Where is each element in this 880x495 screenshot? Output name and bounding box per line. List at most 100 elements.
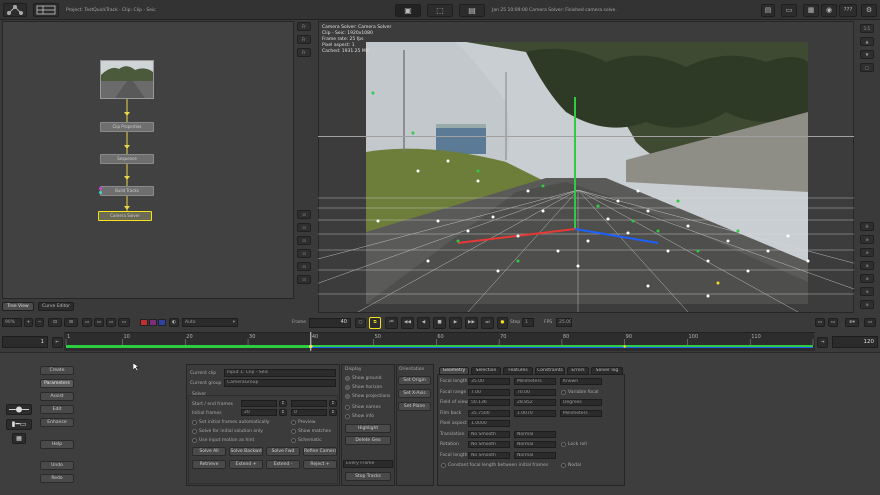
edit-button[interactable]: Edit [40, 405, 74, 414]
right-tool-down[interactable]: ▼ [860, 50, 874, 59]
tab-errors[interactable]: Errors [567, 367, 589, 375]
clip-node-thumbnail[interactable] [100, 60, 154, 99]
end-frame-spin[interactable]: ↕ [329, 400, 337, 407]
stop-tracks-button[interactable]: Stop Tracks [345, 472, 391, 481]
help-button[interactable]: ??? [839, 4, 857, 17]
timeline-keyframe[interactable] [309, 345, 313, 348]
camera-row-value-field[interactable]: No Smooth [468, 451, 510, 459]
view-button[interactable]: ▭ [94, 318, 104, 327]
highlight-button[interactable]: Highlight [345, 424, 391, 433]
fit-width-button[interactable]: ⊟ [64, 318, 78, 327]
left-strip-btn-3[interactable]: Fr [297, 48, 311, 57]
camera-row-unit-field[interactable]: 1.0070 [514, 409, 556, 417]
retrieve-button[interactable]: Retrieve [192, 460, 226, 469]
left-strip-btn-9[interactable]: ⊡ [297, 275, 311, 284]
start-frame-spin[interactable]: ↕ [279, 400, 287, 407]
stop-button[interactable]: ■ [433, 317, 446, 329]
right-tool-1-1[interactable]: 1:1 [860, 24, 874, 33]
parameters-button[interactable]: Parameters [40, 379, 74, 388]
grid-tool-icon[interactable]: ▦ [12, 433, 26, 444]
right-tool-home[interactable]: H [860, 222, 874, 231]
camera-row-mode-select[interactable]: Millimeters [560, 409, 602, 417]
channel-blue-swatch[interactable] [158, 319, 166, 326]
camera-row-unit-field[interactable]: 28.852 [514, 399, 556, 406]
extend-plus-button[interactable]: Extend + [229, 460, 263, 469]
settings-icon[interactable]: ⚙ [861, 4, 877, 17]
camera-row-value-field[interactable]: No Smooth [468, 441, 510, 448]
camera-row-value-field[interactable]: 35.7500 [468, 409, 510, 417]
zoom-field[interactable]: 90% [2, 318, 22, 327]
start-frame-field[interactable] [241, 400, 277, 407]
current-clip-select[interactable]: Input 1: Clip - Seic [224, 369, 336, 377]
zoom-in-button[interactable]: + [24, 318, 33, 327]
range-end-handle[interactable]: ⇥ [817, 337, 828, 348]
camera-row-checkbox[interactable] [561, 389, 566, 395]
zoom-out-button[interactable]: − [35, 318, 44, 327]
solve-backward-button[interactable]: Solve Backwd [229, 447, 263, 456]
initial-frame-field-2[interactable]: 0 [291, 409, 327, 416]
view-button[interactable]: ▭ [118, 318, 130, 327]
camera-view-button[interactable]: ▣ [395, 4, 421, 17]
refine-camera-button[interactable]: Refine Camera [303, 447, 337, 456]
camera-row-checkbox[interactable] [561, 442, 566, 447]
option-checkbox[interactable] [192, 438, 197, 443]
extend-minus-button[interactable]: Extend - [266, 460, 300, 469]
range-start-field[interactable]: 1 [2, 336, 48, 348]
view-button[interactable]: ▭ [106, 318, 116, 327]
current-group-select[interactable]: CameraGroup [224, 379, 336, 387]
mark-button[interactable]: ⧉ [369, 317, 381, 329]
right-tool-target[interactable]: ⊕ [860, 274, 874, 283]
timeline-keyframe[interactable] [623, 345, 626, 348]
tab-constraints[interactable]: Constraints [535, 367, 565, 375]
tab-curve-editor[interactable]: Curve Editor [38, 302, 74, 311]
tab-selection[interactable]: Selection [471, 367, 501, 375]
create-button[interactable]: Create [40, 366, 74, 375]
exposure-button[interactable]: ◐ [169, 318, 179, 327]
left-strip-btn-4[interactable]: ⊡ [297, 210, 311, 219]
record-button[interactable]: ● [497, 317, 508, 329]
left-strip-btn-5[interactable]: ⊡ [297, 223, 311, 232]
set-plane-button[interactable]: Set Plane [398, 402, 431, 411]
range-end-field[interactable]: 120 [832, 336, 878, 348]
range-start-handle[interactable]: ⇤ [52, 337, 63, 348]
right-tool-target[interactable]: ⊕ [860, 300, 874, 309]
help-panel-button[interactable]: Help [40, 440, 74, 449]
display-frequency-select[interactable]: Every Frame [343, 460, 393, 468]
extra-button[interactable]: ▭ [864, 318, 876, 327]
slider-tool-icon[interactable] [6, 404, 32, 415]
delete-geo-button[interactable]: Delete Geo [345, 436, 391, 445]
left-strip-btn-1[interactable]: Fr [297, 22, 311, 31]
step-field[interactable]: 1 [522, 318, 534, 327]
channel-red-swatch[interactable] [140, 319, 148, 326]
node-build-tracks[interactable]: Build Tracks [100, 186, 154, 196]
tab-geometry[interactable]: Geometry [439, 367, 469, 375]
camera-row-value-field[interactable]: 7.00 [468, 388, 510, 396]
redo-button[interactable]: Redo [40, 474, 74, 483]
play-back-button[interactable]: ◀ [417, 317, 430, 329]
step-back-button[interactable]: ◀◀ [401, 317, 414, 329]
right-tool-target[interactable]: ⊕ [860, 261, 874, 270]
camera-row-unit-field[interactable]: Normal [514, 451, 556, 459]
camera-icon[interactable]: ◉ [821, 4, 837, 17]
node-camera-solver[interactable]: Camera Solver [98, 211, 152, 221]
camera-row-unit-field[interactable]: Millimeters [514, 378, 556, 385]
step-forward-button[interactable]: ▶▶ [465, 317, 478, 329]
set-x-axis-button[interactable]: Set X-Axis [398, 389, 431, 398]
assist-button[interactable]: Assist [40, 392, 74, 401]
set-origin-button[interactable]: Set Origin [398, 376, 431, 385]
option-checkbox[interactable] [192, 420, 197, 425]
right-tool-button[interactable]: □ [860, 63, 874, 72]
view-toggle-button[interactable]: ▭ [815, 318, 825, 327]
node-clip-properties[interactable]: Clip Properties [100, 122, 154, 132]
solve-all-button[interactable]: Solve All [192, 447, 226, 456]
end-frame-field[interactable] [291, 400, 327, 407]
tab-features[interactable]: Features [503, 367, 533, 375]
schematic-checkbox[interactable] [291, 438, 296, 443]
constant-focal-checkbox[interactable] [441, 463, 446, 468]
left-strip-btn-6[interactable]: ⊡ [297, 236, 311, 245]
enhance-button[interactable]: Enhance [40, 418, 74, 427]
right-tool-up[interactable]: ▲ [860, 37, 874, 46]
undo-button[interactable]: Undo [40, 461, 74, 470]
node-sequence[interactable]: Sequence [100, 154, 154, 164]
solve-forward-button[interactable]: Solve Fwd [266, 447, 300, 456]
